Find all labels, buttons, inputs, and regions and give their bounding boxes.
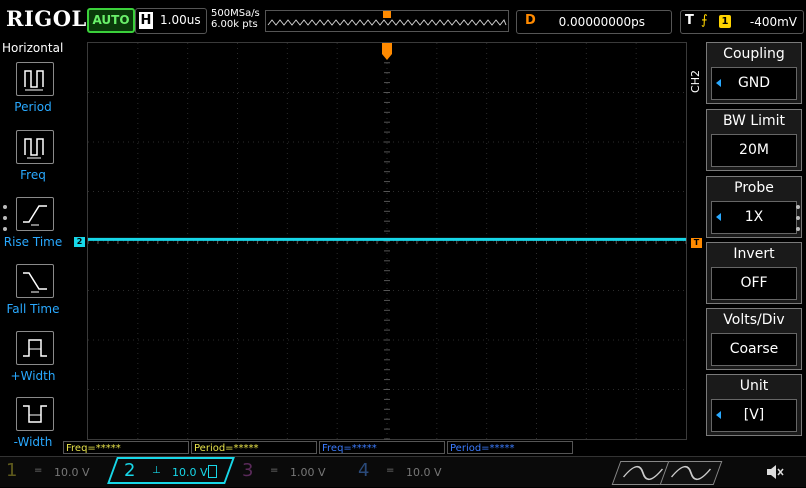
menu-bw-limit[interactable]: BW Limit 20M (706, 109, 802, 171)
bandwidth-limit-icon (208, 465, 217, 478)
memory-overview-wave (267, 11, 507, 26)
delay-label: D (525, 13, 536, 28)
channel-2-scale: 10.0 V (172, 466, 208, 479)
menu-unit-value: [V] (711, 399, 797, 432)
channel-1-scale: 10.0 V (54, 466, 90, 479)
menu-probe-value: 1X (711, 201, 797, 234)
menu-unit[interactable]: Unit [V] (706, 374, 802, 436)
graticule (88, 43, 687, 440)
channel-3-scale: 1.00 V (290, 466, 326, 479)
coupling-value: GND (737, 75, 771, 91)
delay-display[interactable]: D 0.00000000ps (516, 10, 672, 34)
channel-2-coupling: ⊥ (152, 465, 161, 476)
timebase-display[interactable]: H 1.00us (135, 8, 207, 34)
left-page-indicator (3, 205, 7, 238)
trigger-display[interactable]: T ⨍ 1 -400mV (680, 10, 804, 34)
menu-volts-div-value: Coarse (711, 333, 797, 366)
sine-wave-icon (670, 466, 712, 480)
brand-logo: RIGOL (6, 6, 87, 31)
memory-overview (265, 10, 509, 32)
menu-unit-title: Unit (739, 378, 769, 394)
measure-positive-width-button[interactable]: +Width (0, 331, 66, 391)
menu-invert[interactable]: Invert OFF (706, 242, 802, 304)
channel-2-status[interactable]: 2 ⊥ 10.0 V (118, 459, 230, 485)
waveform-display[interactable] (87, 42, 687, 440)
sample-info: 500MSa/s 6.00k pts (211, 8, 260, 30)
measure-rise-time-button[interactable]: Rise Time (0, 197, 66, 257)
channel-4-status[interactable]: 4 = 10.0 V (352, 459, 464, 485)
period-icon (16, 62, 54, 96)
sample-rate: 500MSa/s (211, 8, 260, 19)
measurement-result-3: Freq=***** (319, 441, 445, 454)
measurement-panel: Horizontal Period Freq Rise Time Fall Ti… (0, 40, 64, 454)
menu-invert-title: Invert (733, 246, 775, 262)
unit-value: [V] (743, 407, 765, 423)
fall-time-icon (16, 264, 54, 298)
channel-3-number: 3 (242, 460, 254, 481)
channel-1-status[interactable]: 1 = 10.0 V (0, 459, 112, 485)
delay-value: 0.00000000ps (558, 15, 645, 29)
measure-negative-width-button[interactable]: -Width (0, 397, 66, 457)
run-mode-badge[interactable]: AUTO (87, 8, 135, 33)
channel-bar: 1 = 10.0 V 2 ⊥ 10.0 V 3 = 1.00 V 4 = 10.… (0, 456, 806, 487)
measure-positive-width-label: +Width (10, 369, 56, 383)
channel-1-coupling: = (34, 465, 43, 476)
menu-coupling[interactable]: Coupling GND (706, 42, 802, 104)
trigger-level: -400mV (749, 15, 797, 29)
menu-probe-title: Probe (734, 180, 774, 196)
trigger-level-marker[interactable]: T (691, 238, 702, 248)
trigger-position-marker (382, 43, 392, 54)
channel-3-status[interactable]: 3 = 1.00 V (236, 459, 348, 485)
measurement-result-4: Period=***** (447, 441, 573, 454)
timebase-value: 1.00us (160, 13, 201, 27)
rise-time-icon (16, 197, 54, 231)
timebase-label: H (139, 12, 153, 29)
channel-4-number: 4 (358, 460, 370, 481)
measurement-result-1: Freq=***** (63, 441, 189, 454)
channel-1-number: 1 (6, 460, 18, 481)
probe-value: 1X (744, 209, 764, 225)
channel-2-number: 2 (124, 460, 136, 481)
rising-edge-icon: ⨍ (701, 13, 708, 28)
menu-bw-limit-value: 20M (711, 134, 797, 167)
menu-volts-div-title: Volts/Div (723, 312, 785, 328)
measure-fall-time-label: Fall Time (6, 302, 60, 316)
decode-button[interactable] (659, 461, 723, 485)
status-bar: RIGOL AUTO H 1.00us 500MSa/s 6.00k pts D… (0, 0, 806, 40)
measure-freq-label: Freq (20, 168, 46, 182)
left-arrow-icon (716, 213, 721, 221)
measure-period-label: Period (14, 100, 52, 114)
trigger-source: 1 (719, 15, 731, 28)
channel-4-coupling: = (386, 465, 395, 476)
channel-4-scale: 10.0 V (406, 466, 442, 479)
memory-depth: 6.00k pts (211, 19, 258, 30)
negative-width-icon (16, 397, 54, 431)
menu-coupling-value: GND (711, 67, 797, 100)
measure-negative-width-label: -Width (13, 435, 53, 449)
menu-invert-value: OFF (711, 267, 797, 300)
measure-freq-button[interactable]: Freq (0, 130, 66, 190)
measurement-result-2: Period=***** (191, 441, 317, 454)
freq-icon (16, 130, 54, 164)
left-arrow-icon (716, 411, 721, 419)
trigger-type-label: T (685, 13, 694, 28)
menu-volts-div[interactable]: Volts/Div Coarse (706, 308, 802, 370)
measure-fall-time-button[interactable]: Fall Time (0, 264, 66, 324)
channel-menu-label: CH2 (689, 70, 702, 93)
memory-trigger-marker (383, 11, 391, 18)
menu-probe[interactable]: Probe 1X (706, 176, 802, 238)
menu-coupling-title: Coupling (723, 46, 785, 62)
measurement-panel-title: Horizontal (2, 41, 64, 55)
positive-width-icon (16, 331, 54, 365)
speaker-muted-icon[interactable] (764, 461, 786, 483)
measure-period-button[interactable]: Period (0, 62, 66, 122)
menu-bw-limit-title: BW Limit (722, 113, 786, 129)
channel-menu: Coupling GND BW Limit 20M Probe 1X Inver… (706, 42, 802, 440)
left-arrow-icon (716, 79, 721, 87)
measure-rise-time-label: Rise Time (3, 235, 63, 249)
channel-3-coupling: = (270, 465, 279, 476)
right-page-indicator (796, 205, 800, 238)
channel-2-offset-marker[interactable]: 2 (74, 237, 85, 247)
trigger-position-arrow (382, 54, 392, 60)
